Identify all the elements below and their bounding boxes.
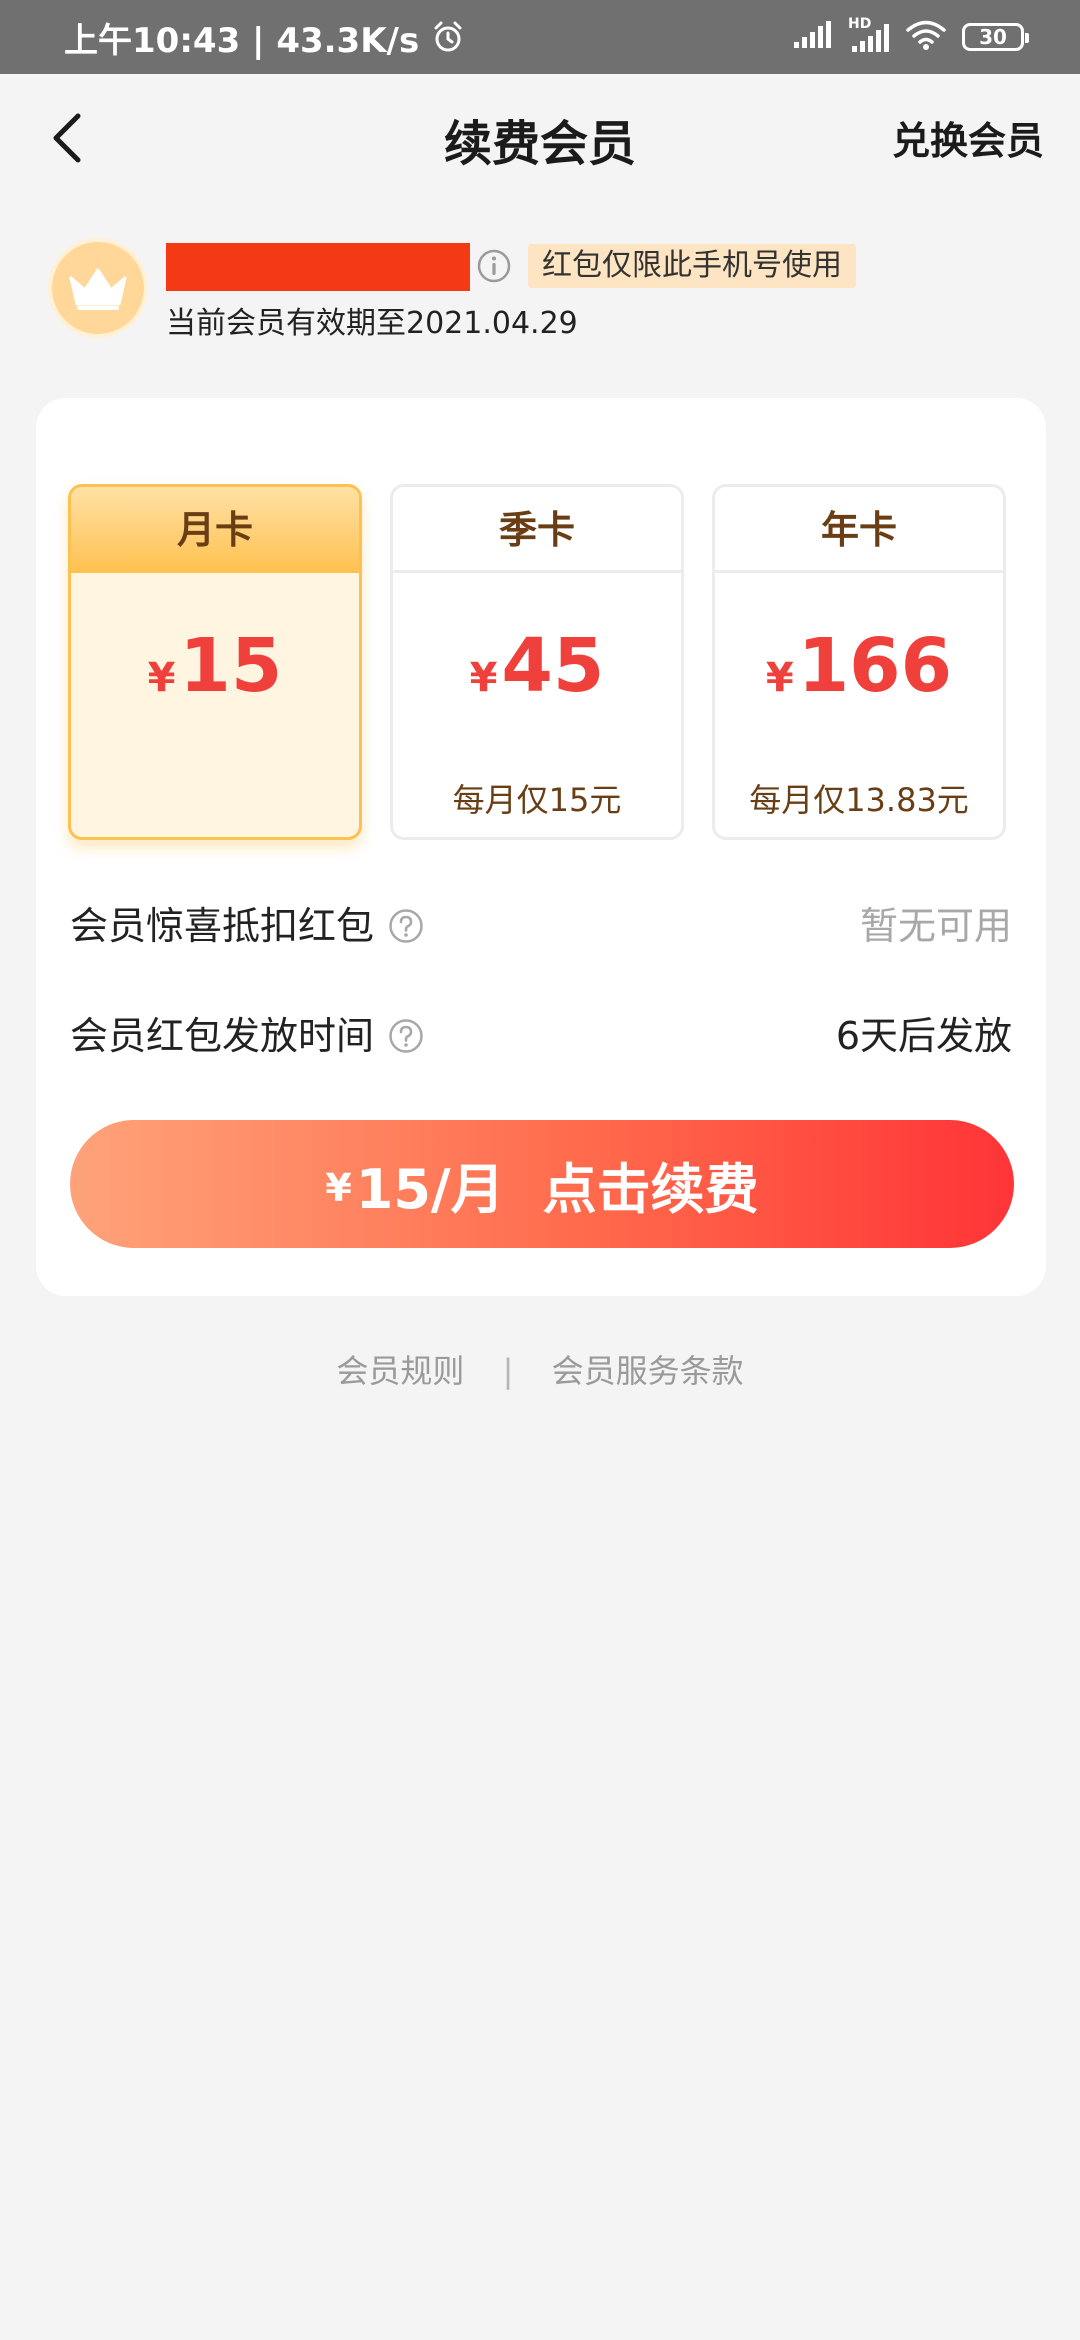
battery-level: 30 [979,25,1007,49]
plan-price: ¥15 [71,623,359,709]
coupon-label-group: 会员惊喜抵扣红包 [70,896,424,956]
phone-restriction-badge: 红包仅限此手机号使用 [528,244,856,288]
redpacket-time-row: 会员红包发放时间 6天后发放 [70,1006,1012,1066]
plan-card-yearly[interactable]: 年卡 ¥166 每月仅13.83元 [712,484,1006,840]
button-action: 点击续费 [542,1157,759,1221]
coupon-row[interactable]: 会员惊喜抵扣红包 暂无可用 [70,896,1012,956]
redpacket-time-value: 6天后发放 [835,1014,1012,1058]
help-icon[interactable] [388,908,424,944]
plan-name: 季卡 [393,487,681,573]
signal-icon [792,20,832,54]
footer-separator: | [502,1352,514,1390]
wifi-icon [906,19,946,55]
redacted-username [166,243,470,291]
plan-price: ¥166 [715,623,1003,709]
footer-links: 会员规则 | 会员服务条款 [0,1346,1080,1392]
status-right: HD 30 [792,0,1029,74]
coupon-label: 会员惊喜抵扣红包 [70,904,375,948]
renew-button[interactable]: ¥15/月 点击续费 [70,1120,1014,1248]
button-currency: ¥ [325,1166,352,1210]
status-bar: 上午10:43 | 43.3K/s HD 30 [0,0,1080,74]
redeem-membership-button[interactable]: 兑换会员 [892,110,1044,165]
membership-expiry: 当前会员有效期至2021.04.29 [166,306,578,341]
price-amount: 45 [501,623,605,709]
signal-hd-icon: HD [848,16,890,54]
plan-name: 月卡 [71,487,359,573]
redpacket-label-group: 会员红包发放时间 [70,1006,424,1066]
crown-icon [69,268,127,310]
membership-terms-link[interactable]: 会员服务条款 [552,1352,744,1390]
price-amount: 15 [179,623,283,709]
membership-card: 月卡 ¥15 季卡 ¥45 每月仅15元 年卡 ¥166 每月仅13.83元 会… [36,398,1046,1296]
membership-rules-link[interactable]: 会员规则 [336,1352,464,1390]
header: 续费会员 兑换会员 [0,74,1080,204]
plan-note: 每月仅15元 [452,781,622,819]
currency-symbol: ¥ [469,655,498,701]
help-icon[interactable] [388,1018,424,1054]
info-icon[interactable] [476,248,512,284]
battery-icon: 30 [962,23,1029,51]
status-time-speed: 上午10:43 | 43.3K/s [64,20,420,61]
alarm-clock-icon [431,20,465,54]
coupon-value: 暂无可用 [859,904,1012,948]
plan-name: 年卡 [715,487,1003,573]
plan-price: ¥45 [393,623,681,709]
plan-card-quarterly[interactable]: 季卡 ¥45 每月仅15元 [390,484,684,840]
plan-card-monthly[interactable]: 月卡 ¥15 [68,484,362,840]
plan-note: 每月仅13.83元 [749,781,969,819]
currency-symbol: ¥ [147,655,176,701]
price-amount: 166 [797,623,953,709]
user-info-row: 红包仅限此手机号使用 当前会员有效期至2021.04.29 [48,238,1038,348]
currency-symbol: ¥ [765,655,794,701]
avatar [48,238,148,338]
button-price: 15/月 [355,1157,505,1221]
plan-options: 月卡 ¥15 季卡 ¥45 每月仅15元 年卡 ¥166 每月仅13.83元 [68,484,1014,840]
redpacket-time-label: 会员红包发放时间 [70,1014,375,1058]
status-left: 上午10:43 | 43.3K/s [64,0,465,74]
